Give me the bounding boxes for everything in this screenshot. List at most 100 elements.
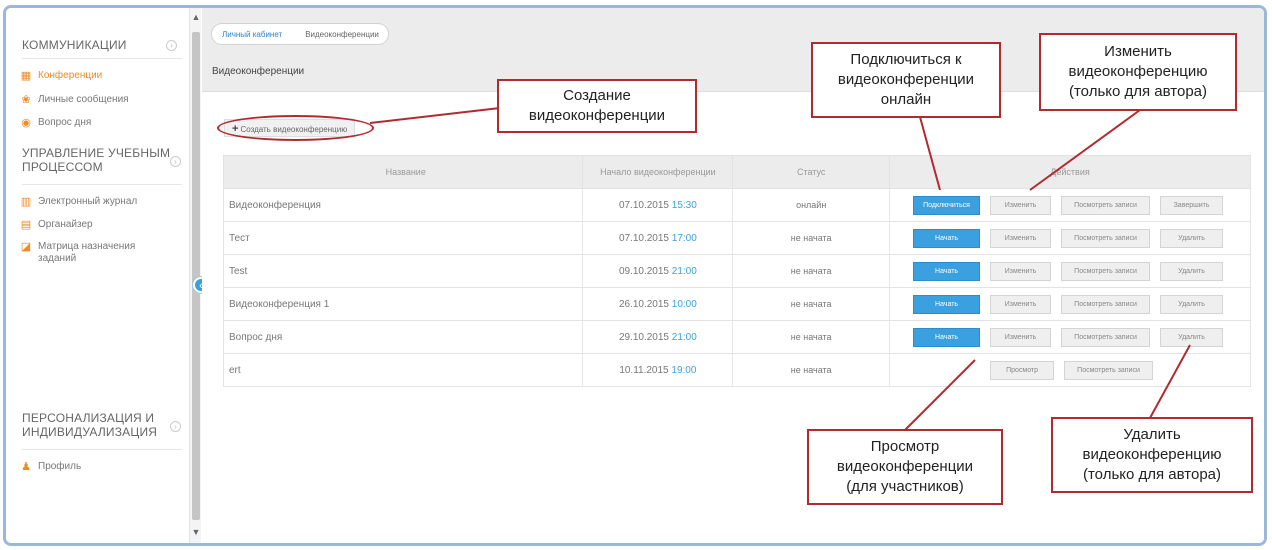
cell-name: ert: [222, 353, 583, 387]
section-divider: [22, 449, 182, 450]
sidebar-item-label-line: заданий: [38, 253, 77, 264]
section-title-personal: ПЕРСОНАЛИЗАЦИЯ И ИНДИВИДУАЛИЗАЦИЯ: [22, 411, 157, 439]
annotation-line: видеоконференции: [836, 458, 974, 475]
sidebar-item-journal[interactable]: ▥ Электронный журнал: [20, 196, 137, 208]
cell-name: Вопрос дня: [222, 320, 583, 354]
section-divider: [22, 58, 182, 59]
table-row: ert 10.11.2015 19:00 не начата Просмотр …: [222, 353, 1251, 387]
delete-button[interactable]: Удалить: [1160, 261, 1224, 281]
cell-actions: Начать Изменить Посмотреть записи Удалит…: [889, 221, 1251, 255]
column-header-start[interactable]: Начало видеоконференции: [582, 155, 734, 189]
sidebar-item-label: Матрица назначения заданий: [38, 241, 135, 265]
sidebar-item-matrix[interactable]: ◪ Матрица назначения заданий: [20, 241, 136, 265]
cell-date: 07.10.2015: [618, 232, 669, 244]
section-title-line: ПРОЦЕССОМ: [22, 160, 103, 174]
cell-name: Видеоконференция: [222, 188, 583, 222]
view-recordings-button[interactable]: Посмотреть записи: [1061, 195, 1151, 215]
section-collapse-icon[interactable]: ›: [166, 40, 177, 51]
breadcrumb: Личный кабинет Видеоконференции: [211, 23, 389, 45]
start-button[interactable]: Начать: [913, 294, 981, 314]
edit-button[interactable]: Изменить: [990, 327, 1052, 347]
matrix-icon: ◪: [20, 241, 32, 253]
cell-start: 09.10.2015 21:00: [582, 254, 733, 288]
view-recordings-button[interactable]: Посмотреть записи: [1061, 261, 1151, 281]
annotation-line: видеоконференции: [837, 71, 975, 88]
cell-status: не начата: [732, 353, 890, 387]
section-collapse-icon[interactable]: ›: [170, 421, 181, 432]
cell-date: 09.10.2015: [618, 265, 669, 277]
cell-actions: Просмотр Посмотреть записи: [889, 353, 1251, 387]
cell-status: не начата: [732, 287, 890, 321]
sidebar-item-label: Вопрос дня: [38, 117, 92, 128]
annotation-line: (только для автора): [1082, 466, 1222, 483]
cell-actions: Начать Изменить Посмотреть записи Удалит…: [889, 254, 1251, 288]
delete-button[interactable]: Удалить: [1160, 228, 1224, 248]
cell-name: Test: [222, 254, 583, 288]
finish-button[interactable]: Завершить: [1160, 195, 1224, 215]
column-header-status[interactable]: Статус: [732, 155, 891, 189]
annotation-line: Создание: [563, 87, 631, 104]
annotation-line: видеоконференции: [528, 107, 666, 124]
sidebar-item-question[interactable]: ◉ Вопрос дня: [20, 117, 91, 129]
section-collapse-icon[interactable]: ›: [170, 156, 181, 167]
cell-name: Видеоконференция 1: [222, 287, 583, 321]
annotation-line: видеоконференцию: [1068, 63, 1208, 80]
delete-button[interactable]: Удалить: [1160, 327, 1224, 347]
cell-time: 17:00: [671, 232, 697, 244]
view-recordings-button[interactable]: Посмотреть записи: [1061, 228, 1151, 248]
view-button[interactable]: Просмотр: [990, 360, 1055, 380]
connect-button[interactable]: Подключиться: [913, 195, 981, 215]
sidebar-scrollbar[interactable]: ▲ ▼: [189, 8, 201, 543]
edit-button[interactable]: Изменить: [990, 228, 1052, 248]
column-header-name[interactable]: Название: [222, 155, 584, 189]
page-title: Видеоконференции: [212, 66, 305, 77]
sidebar-item-organizer[interactable]: ▤ Органайзер: [20, 219, 93, 231]
cell-start: 29.10.2015 21:00: [582, 320, 733, 354]
table-row: Видеоконференция 07.10.2015 15:30 онлайн…: [222, 188, 1251, 222]
edit-button[interactable]: Изменить: [990, 294, 1052, 314]
annotation-line: Просмотр: [870, 438, 940, 455]
cell-date: 29.10.2015: [618, 331, 669, 343]
cell-actions: Начать Изменить Посмотреть записи Удалит…: [889, 287, 1251, 321]
annotation-line: видеоконференцию: [1082, 446, 1222, 463]
edit-button[interactable]: Изменить: [990, 195, 1052, 215]
edit-button[interactable]: Изменить: [990, 261, 1052, 281]
annotation-line: онлайн: [880, 91, 932, 108]
sidebar-item-messages[interactable]: ❀ Личные сообщения: [20, 94, 128, 106]
cell-time: 21:00: [671, 265, 697, 277]
start-button[interactable]: Начать: [913, 228, 981, 248]
section-title-learning: УПРАВЛЕНИЕ УЧЕБНЫМ ПРОЦЕССОМ: [22, 146, 170, 174]
section-title-line: ИНДИВИДУАЛИЗАЦИЯ: [22, 425, 158, 439]
view-recordings-button[interactable]: Посмотреть записи: [1064, 360, 1154, 380]
sidebar-item-profile[interactable]: ♟ Профиль: [20, 461, 81, 473]
cell-start: 07.10.2015 15:30: [582, 188, 733, 222]
breadcrumb-current: Видеоконференции: [291, 23, 389, 45]
table-row: Видеоконференция 1 26.10.2015 10:00 не н…: [222, 287, 1251, 321]
cell-start: 10.11.2015 19:00: [582, 353, 733, 387]
cell-actions: Начать Изменить Посмотреть записи Удалит…: [889, 320, 1251, 354]
cell-status: не начата: [732, 221, 890, 255]
annotation-connect: Подключиться к видеоконференции онлайн: [811, 42, 1001, 118]
section-title-line: УПРАВЛЕНИЕ УЧЕБНЫМ: [22, 146, 171, 160]
table-row: Тест 07.10.2015 17:00 не начата Начать И…: [222, 221, 1251, 255]
view-recordings-button[interactable]: Посмотреть записи: [1061, 327, 1151, 347]
scroll-thumb[interactable]: [192, 32, 200, 520]
sidebar-item-conferences[interactable]: ▦ Конференции: [20, 70, 102, 82]
annotation-delete: Удалить видеоконференцию (только для авт…: [1051, 417, 1253, 493]
messages-icon: ❀: [21, 94, 31, 106]
sidebar: КОММУНИКАЦИИ › ▦ Конференции ❀ Личные со…: [6, 8, 189, 543]
view-recordings-button[interactable]: Посмотреть записи: [1061, 294, 1151, 314]
cell-start: 26.10.2015 10:00: [582, 287, 733, 321]
delete-button[interactable]: Удалить: [1160, 294, 1224, 314]
start-button[interactable]: Начать: [913, 261, 981, 281]
section-divider: [22, 184, 182, 185]
breadcrumb-home-link[interactable]: Личный кабинет: [211, 23, 292, 45]
scroll-up-icon[interactable]: ▲: [190, 12, 202, 22]
sidebar-item-label: Электронный журнал: [38, 196, 138, 207]
table-row: Test 09.10.2015 21:00 не начата Начать И…: [222, 254, 1251, 288]
cell-actions: Подключиться Изменить Посмотреть записи …: [889, 188, 1251, 222]
annotation-view: Просмотр видеоконференции (для участнико…: [807, 429, 1003, 505]
scroll-down-icon[interactable]: ▼: [190, 527, 202, 537]
annotation-line: (только для автора): [1068, 83, 1208, 100]
start-button[interactable]: Начать: [913, 327, 981, 347]
